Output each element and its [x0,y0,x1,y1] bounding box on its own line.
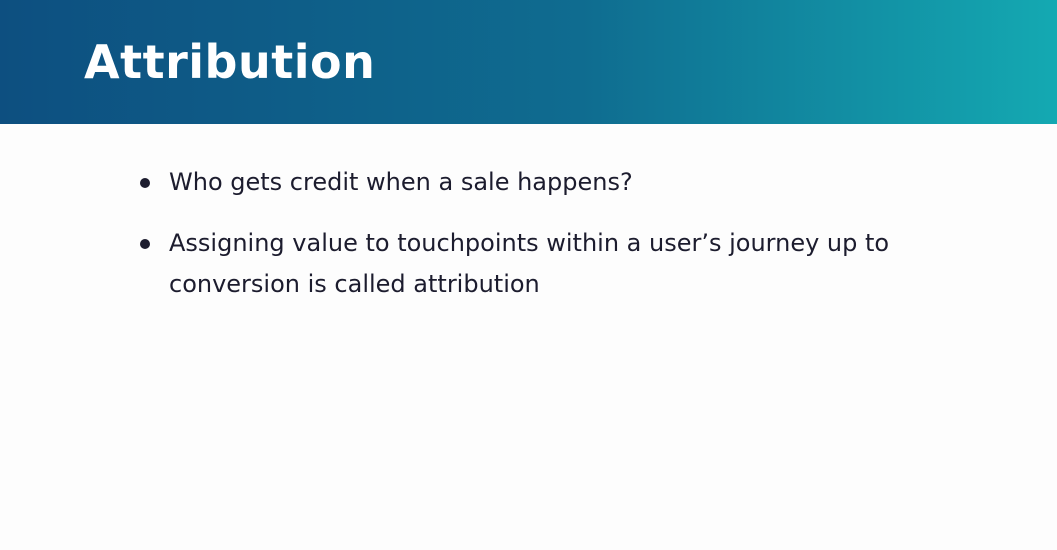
bullet-item: Who gets credit when a sale happens? [140,162,1010,203]
bullet-item: Assigning value to touchpoints within a … [140,223,1010,305]
slide: Attribution Who gets credit when a sale … [0,0,1057,550]
bullet-dot-icon [140,178,150,188]
slide-header-band: Attribution [0,0,1057,124]
bullet-text: Who gets credit when a sale happens? [169,168,633,196]
bullet-dot-icon [140,239,150,249]
slide-title: Attribution [84,35,376,89]
bullet-list: Who gets credit when a sale happens? Ass… [140,162,1010,325]
bullet-text: Assigning value to touchpoints within a … [169,229,890,298]
